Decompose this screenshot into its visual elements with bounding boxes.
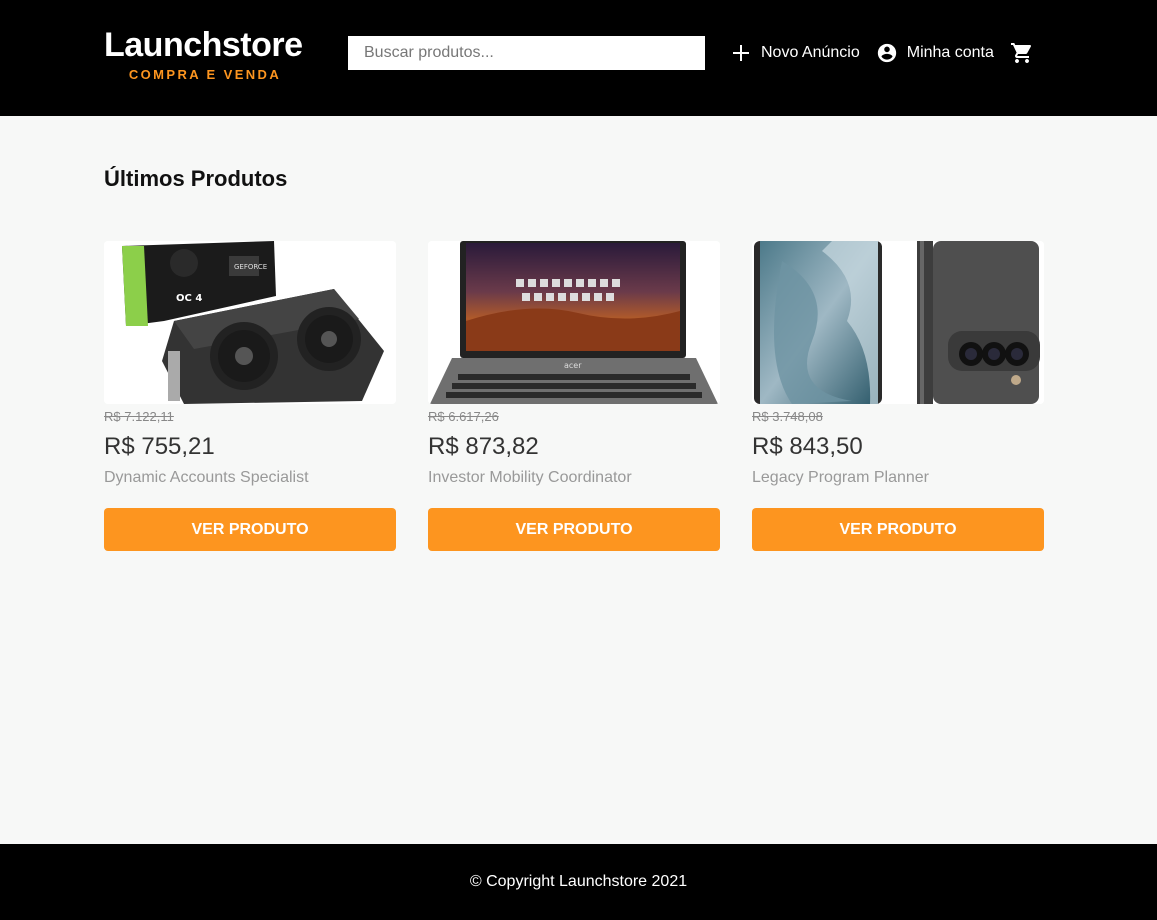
search-input[interactable]	[348, 36, 705, 70]
svg-text:OC 4: OC 4	[176, 293, 202, 304]
product-price: R$ 873,82	[428, 433, 539, 460]
site-footer: © Copyright Launchstore 2021	[0, 844, 1157, 920]
graphics-card-image: GEFORCE OC 4	[104, 241, 396, 404]
logo[interactable]: Launchstore COMPRA E VENDA	[104, 26, 306, 82]
product-old-price: R$ 7.122,11	[104, 409, 174, 424]
new-listing-label: Novo Anúncio	[761, 44, 860, 61]
product-old-price: R$ 6.617,26	[428, 409, 499, 424]
smartphone-image	[752, 241, 1044, 404]
plus-icon	[733, 45, 749, 61]
copyright-text: © Copyright Launchstore 2021	[469, 873, 688, 890]
product-card: R$ 3.748,08 R$ 843,50 Legacy Program Pla…	[752, 241, 1044, 551]
site-header: Launchstore COMPRA E VENDA Novo Anúncio …	[0, 0, 1157, 116]
svg-text:acer: acer	[564, 361, 582, 370]
product-price: R$ 843,50	[752, 433, 863, 460]
svg-text:GEFORCE: GEFORCE	[234, 263, 267, 271]
logo-title: Launchstore	[104, 26, 303, 64]
product-image[interactable]: acer	[428, 241, 720, 404]
product-card: acer R$ 6.617,26 R$ 873,82 Investor Mobi…	[428, 241, 720, 551]
account-label: Minha conta	[906, 44, 994, 61]
product-name: Dynamic Accounts Specialist	[104, 469, 309, 486]
account-link[interactable]: Minha conta	[876, 42, 994, 64]
cart-button[interactable]	[1010, 41, 1034, 65]
product-image[interactable]	[752, 241, 1044, 404]
logo-subtitle: COMPRA E VENDA	[128, 67, 282, 82]
product-name: Legacy Program Planner	[752, 469, 929, 486]
view-product-button[interactable]: VER PRODUTO	[104, 508, 396, 551]
cart-icon	[1010, 43, 1031, 63]
product-price: R$ 755,21	[104, 433, 215, 460]
new-listing-link[interactable]: Novo Anúncio	[731, 43, 860, 63]
product-image[interactable]: GEFORCE OC 4	[104, 241, 396, 404]
product-old-price: R$ 3.748,08	[752, 409, 823, 424]
header-nav: Novo Anúncio Minha conta	[731, 40, 1034, 66]
product-name: Investor Mobility Coordinator	[428, 469, 632, 486]
laptop-image: acer	[428, 241, 720, 404]
section-title: Últimos Produtos	[104, 166, 288, 191]
product-card: GEFORCE OC 4 R$ 7.122,11 R$ 755,21 Dynam…	[104, 241, 396, 551]
account-circle-icon	[877, 43, 896, 63]
view-product-button[interactable]: VER PRODUTO	[428, 508, 720, 551]
view-product-button[interactable]: VER PRODUTO	[752, 508, 1044, 551]
